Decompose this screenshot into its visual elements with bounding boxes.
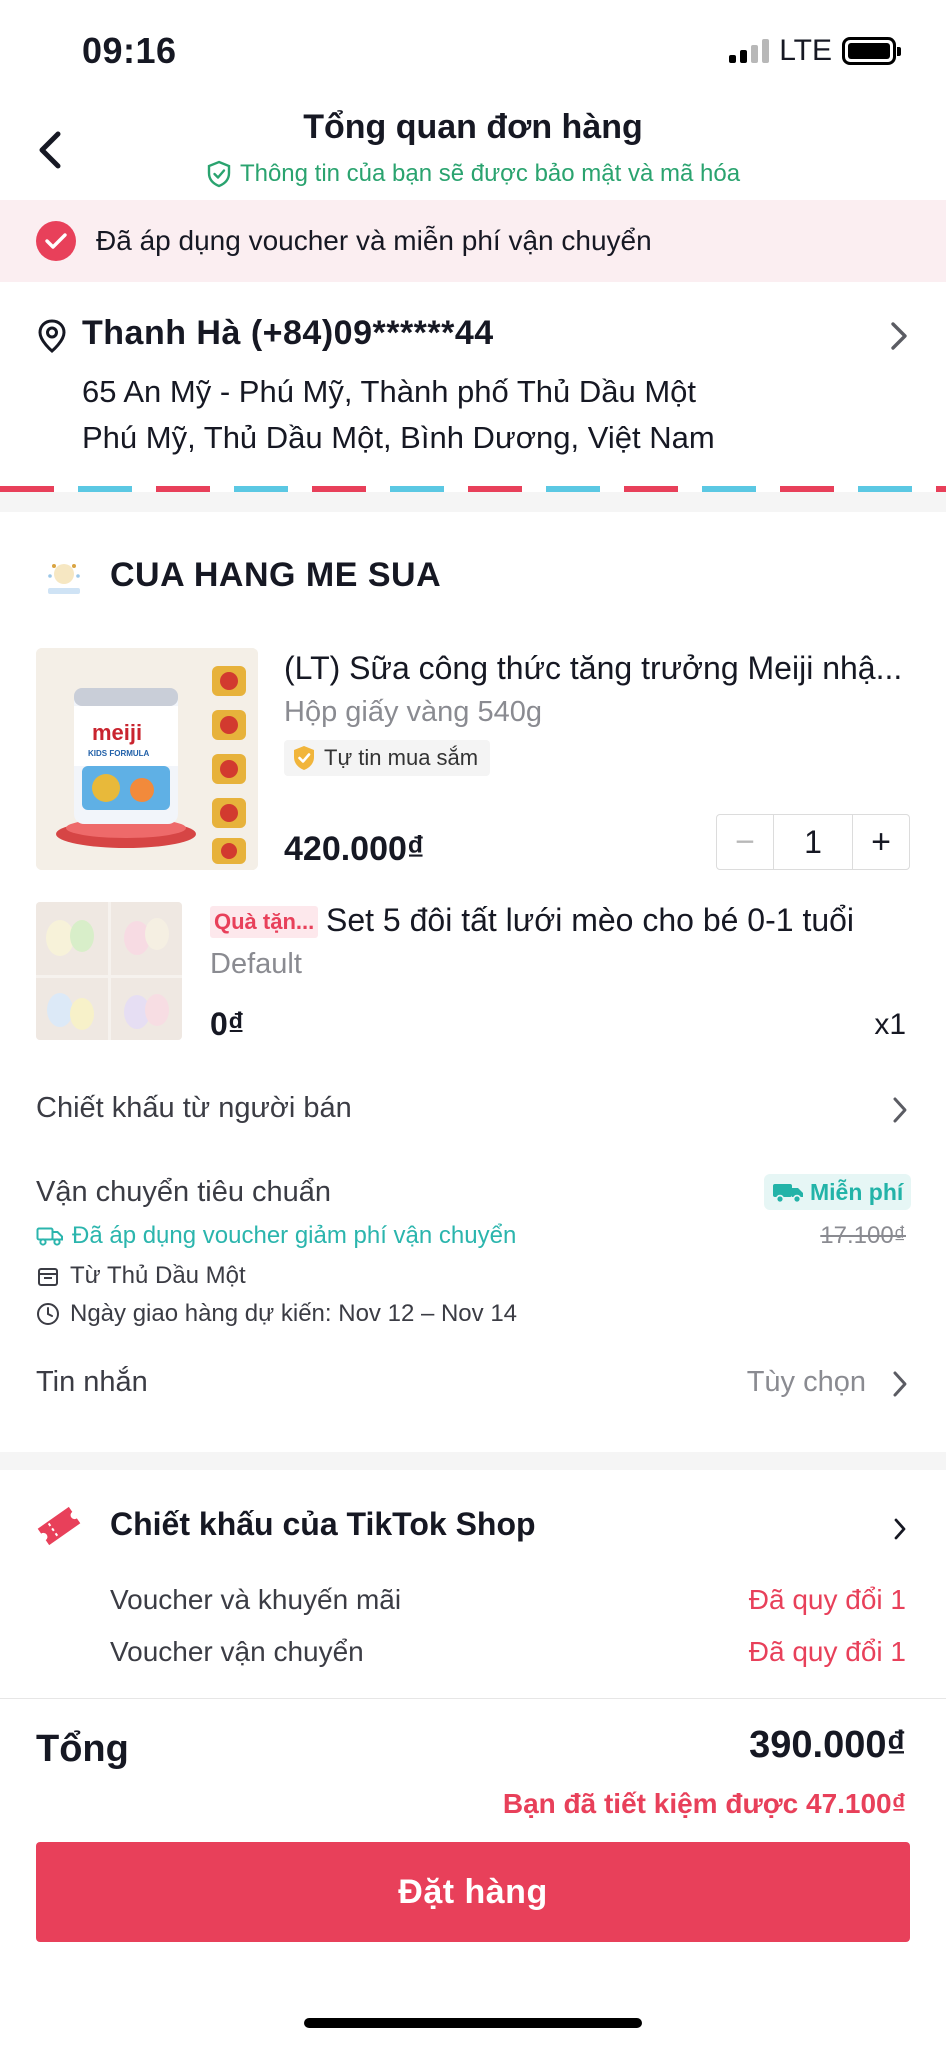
- section-gap: [0, 492, 946, 512]
- ship-from: Từ Thủ Dầu Một: [36, 1262, 246, 1290]
- gift-price: 0₫: [210, 1006, 245, 1042]
- increase-quantity-button[interactable]: +: [853, 815, 909, 869]
- quantity-stepper: − 1 +: [716, 814, 910, 870]
- clock-icon: [37, 1303, 59, 1325]
- total-value: 390.000₫: [749, 1724, 906, 1766]
- ship-from-text: Từ Thủ Dầu Một: [70, 1262, 246, 1289]
- seller-discount-row[interactable]: Chiết khấu từ người bán: [36, 1092, 352, 1125]
- shipping-voucher-note: Đã áp dụng voucher giảm phí vận chuyển: [36, 1222, 516, 1250]
- product-title[interactable]: (LT) Sữa công thức tăng trưởng Meiji nhậ…: [284, 650, 914, 687]
- product-variant[interactable]: Hộp giấy vàng 540g: [284, 696, 542, 729]
- store-name[interactable]: CUA HANG ME SUA: [110, 556, 441, 595]
- savings-text: Bạn đã tiết kiệm được 47.100₫: [502, 1788, 906, 1819]
- message-option[interactable]: Tùy chọn: [747, 1366, 866, 1399]
- message-chevron[interactable]: [890, 1368, 910, 1405]
- address-edit-button[interactable]: [888, 318, 910, 359]
- voucher-promo-label: Voucher và khuyến mãi: [110, 1584, 402, 1615]
- delivery-estimate-text: Ngày giao hàng dự kiến: Nov 12 – Nov 14: [70, 1300, 518, 1327]
- total-label: Tổng: [36, 1728, 129, 1770]
- truck-outline-icon: [36, 1227, 63, 1246]
- voucher-shipping-label: Voucher vận chuyển: [110, 1636, 364, 1667]
- free-shipping-badge: Miễn phí: [764, 1174, 912, 1210]
- battery-icon: [842, 37, 901, 65]
- gift-tag: Quà tặn...: [210, 906, 319, 938]
- section-gap: [0, 1452, 946, 1470]
- shipping-method[interactable]: Vận chuyển tiêu chuẩn: [36, 1176, 331, 1209]
- network-label: LTE: [779, 34, 832, 67]
- gift-variant: Default: [210, 948, 302, 980]
- ticket-icon: [34, 1504, 84, 1553]
- security-note: Thông tin của bạn sẽ được bảo mật và mã …: [0, 160, 946, 188]
- chevron-right-icon: [891, 322, 907, 350]
- address-line-2: Phú Mỹ, Thủ Dầu Một, Bình Dương, Việt Na…: [82, 420, 715, 455]
- status-time: 09:16: [82, 30, 177, 71]
- voucher-promo-value[interactable]: Đã quy đổi 1: [749, 1584, 906, 1616]
- free-shipping-text: Miễn phí: [810, 1178, 904, 1205]
- chevron-right-icon: [894, 1518, 906, 1540]
- shipping-voucher-text: Đã áp dụng voucher giảm phí vận chuyển: [72, 1222, 517, 1249]
- decrease-quantity-button[interactable]: −: [717, 815, 773, 869]
- chevron-right-icon: [893, 1371, 907, 1397]
- status-indicators: LTE: [729, 34, 901, 68]
- product-image[interactable]: meiji KIDS FORMULA: [36, 648, 258, 870]
- security-note-text: Thông tin của bạn sẽ được bảo mật và mã …: [239, 160, 741, 187]
- original-shipping-fee: 17.100₫: [820, 1222, 906, 1249]
- page-title: Tổng quan đơn hàng: [303, 108, 643, 146]
- seller-discount-chevron[interactable]: [890, 1094, 910, 1131]
- truck-icon: [773, 1184, 803, 1204]
- place-order-button[interactable]: Đặt hàng: [36, 1842, 910, 1942]
- voucher-applied-banner: Đã áp dụng voucher và miễn phí vận chuyể…: [0, 200, 946, 282]
- signal-icon: [729, 39, 770, 63]
- store-icon: [38, 1268, 58, 1286]
- gift-image[interactable]: [36, 902, 182, 1040]
- product-brand: meiji: [92, 720, 142, 745]
- store-logo: [40, 556, 88, 600]
- tiktok-discount-title[interactable]: Chiết khấu của TikTok Shop: [110, 1506, 536, 1543]
- quantity-value[interactable]: 1: [773, 815, 853, 869]
- location-pin-icon: [36, 318, 68, 359]
- trust-badge: Tự tin mua sắm: [284, 740, 491, 776]
- recipient-name-phone[interactable]: Thanh Hà (+84)09******44: [82, 314, 494, 353]
- tiktok-discount-chevron[interactable]: [892, 1516, 908, 1547]
- delivery-estimate: Ngày giao hàng dự kiến: Nov 12 – Nov 14: [36, 1300, 517, 1328]
- divider: [0, 1698, 946, 1699]
- gift-title[interactable]: Set 5 đôi tất lưới mèo cho bé 0-1 tuổi: [326, 902, 854, 939]
- message-label: Tin nhắn: [36, 1366, 148, 1398]
- address-line-1: 65 An Mỹ - Phú Mỹ, Thành phố Thủ Dầu Một: [82, 374, 697, 409]
- gift-quantity: x1: [874, 1008, 906, 1041]
- shield-check-icon: [294, 746, 314, 770]
- product-sub: KIDS FORMULA: [88, 749, 150, 758]
- shield-check-icon: [207, 160, 231, 188]
- banner-text: Đã áp dụng voucher và miễn phí vận chuyể…: [96, 225, 652, 256]
- product-price: 420.000₫: [284, 830, 425, 868]
- chevron-right-icon: [893, 1097, 907, 1123]
- trust-badge-text: Tự tin mua sắm: [324, 745, 479, 770]
- voucher-shipping-value[interactable]: Đã quy đổi 1: [749, 1636, 906, 1668]
- check-circle-icon: [36, 221, 76, 261]
- home-indicator: [304, 2018, 642, 2028]
